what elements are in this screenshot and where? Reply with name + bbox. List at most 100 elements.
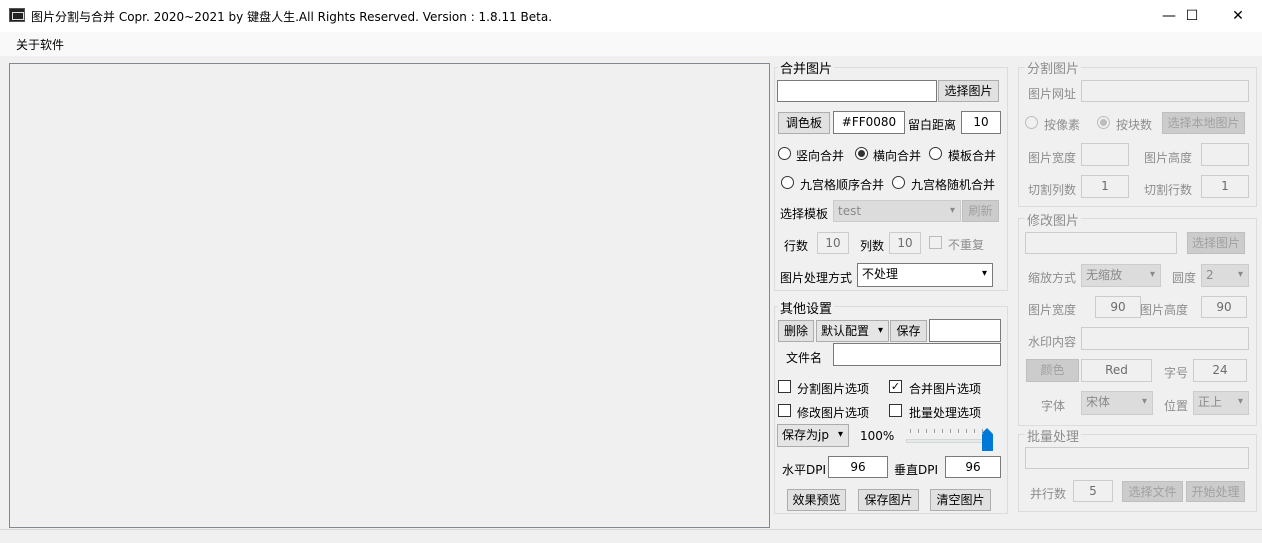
delete-config-button[interactable]: 删除 bbox=[778, 320, 814, 342]
no-repeat-label: 不重复 bbox=[948, 238, 985, 252]
template-select[interactable]: test ▾ bbox=[833, 200, 961, 222]
template-label: 选择模板 bbox=[780, 207, 829, 221]
maximize-button[interactable]: ☐ bbox=[1169, 0, 1215, 32]
parallel-input[interactable]: 5 bbox=[1073, 480, 1113, 502]
merge-path-input[interactable] bbox=[777, 80, 937, 102]
cols-input[interactable]: 10 bbox=[889, 232, 921, 254]
modify-group-title: 修改图片 bbox=[1025, 210, 1082, 229]
fontsize-input[interactable]: 24 bbox=[1193, 359, 1247, 382]
font-label: 字体 bbox=[1041, 399, 1066, 413]
modify-height-input[interactable]: 90 bbox=[1201, 296, 1247, 318]
modify-height-label: 图片高度 bbox=[1140, 303, 1189, 317]
modify-path-input[interactable] bbox=[1025, 232, 1177, 254]
watermark-label: 水印内容 bbox=[1028, 335, 1077, 349]
radio-template-label: 模板合并 bbox=[948, 149, 997, 163]
radio-by-pixel-label: 按像素 bbox=[1044, 118, 1081, 132]
modify-select-image-button[interactable]: 选择图片 bbox=[1187, 232, 1245, 254]
radio-vertical-label: 竖向合并 bbox=[796, 149, 845, 163]
modify-width-label: 图片宽度 bbox=[1028, 303, 1077, 317]
process-select[interactable]: 不处理 ▾ bbox=[857, 263, 993, 287]
watermark-color-button[interactable]: 颜色 bbox=[1026, 359, 1079, 382]
clear-images-button[interactable]: 清空图片 bbox=[930, 489, 991, 511]
radio-horizontal-merge[interactable] bbox=[855, 147, 868, 160]
template-select-value: test bbox=[838, 204, 862, 218]
split-width-label: 图片宽度 bbox=[1028, 151, 1077, 165]
split-url-input[interactable] bbox=[1081, 80, 1249, 102]
preview-canvas[interactable] bbox=[9, 63, 770, 528]
quality-slider-ticks bbox=[910, 429, 990, 433]
other-settings-title: 其他设置 bbox=[778, 298, 835, 317]
position-select[interactable]: 正上 ▾ bbox=[1193, 391, 1249, 415]
split-rows-input[interactable]: 1 bbox=[1201, 175, 1249, 198]
radio-horizontal-label: 横向合并 bbox=[873, 149, 922, 163]
radio-template-merge[interactable] bbox=[929, 147, 942, 160]
split-cols-label: 切割列数 bbox=[1028, 183, 1077, 197]
preview-button[interactable]: 效果预览 bbox=[787, 489, 846, 511]
vdpi-input[interactable]: 96 bbox=[945, 456, 1001, 478]
select-files-button[interactable]: 选择文件 bbox=[1122, 481, 1183, 502]
radio-by-block-label: 按块数 bbox=[1116, 118, 1153, 132]
modify-width-input[interactable]: 90 bbox=[1095, 296, 1141, 318]
scale-select[interactable]: 无缩放 ▾ bbox=[1081, 264, 1161, 287]
select-local-image-button[interactable]: 选择本地图片 bbox=[1162, 112, 1245, 134]
chevron-down-icon: ▾ bbox=[837, 429, 843, 440]
app-icon bbox=[9, 8, 25, 22]
watermark-color-input[interactable]: Red bbox=[1081, 359, 1152, 382]
config-select-value: 默认配置 bbox=[821, 324, 870, 338]
save-config-button[interactable]: 保存 bbox=[890, 320, 927, 342]
chevron-down-icon: ▾ bbox=[1237, 269, 1243, 280]
batch-path-input[interactable] bbox=[1025, 447, 1249, 469]
filename-label: 文件名 bbox=[786, 351, 823, 365]
radio-grid-random[interactable] bbox=[892, 176, 905, 189]
process-label: 图片处理方式 bbox=[780, 271, 853, 285]
split-width-input[interactable] bbox=[1081, 143, 1129, 166]
close-button[interactable]: ✕ bbox=[1215, 0, 1261, 32]
hdpi-label: 水平DPI bbox=[782, 463, 827, 477]
color-hex-input[interactable]: #FF0080 bbox=[833, 111, 905, 134]
split-height-label: 图片高度 bbox=[1144, 151, 1193, 165]
merge-select-image-button[interactable]: 选择图片 bbox=[938, 80, 999, 102]
radio-by-block[interactable] bbox=[1097, 116, 1110, 129]
chevron-down-icon: ▾ bbox=[981, 268, 987, 279]
radio-by-pixel[interactable] bbox=[1025, 116, 1038, 129]
modify-options-checkbox[interactable] bbox=[778, 404, 791, 417]
radio-vertical-merge[interactable] bbox=[778, 147, 791, 160]
round-select[interactable]: 2 ▾ bbox=[1201, 264, 1249, 287]
refresh-button[interactable]: 刷新 bbox=[962, 200, 999, 222]
split-rows-label: 切割行数 bbox=[1144, 183, 1193, 197]
watermark-input[interactable] bbox=[1081, 327, 1249, 350]
margin-input[interactable]: 10 bbox=[961, 111, 1001, 134]
merge-options-checkbox[interactable]: ✓ bbox=[889, 380, 902, 393]
split-height-input[interactable] bbox=[1201, 143, 1249, 166]
quality-percent: 100% bbox=[860, 429, 895, 443]
start-processing-button[interactable]: 开始处理 bbox=[1186, 481, 1245, 502]
palette-button[interactable]: 调色板 bbox=[778, 112, 830, 134]
batch-options-label: 批量处理选项 bbox=[909, 406, 982, 420]
merge-options-label: 合并图片选项 bbox=[909, 382, 982, 396]
quality-slider[interactable] bbox=[906, 439, 992, 443]
menu-bar bbox=[0, 32, 1262, 56]
rows-label: 行数 bbox=[784, 239, 809, 253]
save-image-button[interactable]: 保存图片 bbox=[858, 489, 919, 511]
rows-input[interactable]: 10 bbox=[817, 232, 849, 254]
filename-input[interactable] bbox=[833, 343, 1001, 366]
format-select[interactable]: 保存为jp ▾ bbox=[777, 424, 849, 447]
fontsize-label: 字号 bbox=[1164, 366, 1189, 380]
quality-slider-thumb[interactable] bbox=[982, 428, 993, 451]
scale-label: 缩放方式 bbox=[1028, 271, 1077, 285]
round-select-value: 2 bbox=[1206, 268, 1214, 282]
menu-about[interactable]: 关于软件 bbox=[16, 36, 64, 53]
split-cols-input[interactable]: 1 bbox=[1081, 175, 1129, 198]
config-name-input[interactable] bbox=[929, 319, 1001, 342]
split-options-checkbox[interactable] bbox=[778, 380, 791, 393]
radio-grid-sequential[interactable] bbox=[781, 176, 794, 189]
cols-label: 列数 bbox=[860, 239, 885, 253]
font-select[interactable]: 宋体 ▾ bbox=[1081, 391, 1153, 415]
font-select-value: 宋体 bbox=[1086, 395, 1111, 409]
scale-select-value: 无缩放 bbox=[1086, 268, 1123, 282]
no-repeat-checkbox[interactable] bbox=[929, 236, 942, 249]
config-select[interactable]: 默认配置 ▾ bbox=[816, 320, 889, 342]
format-select-value: 保存为jp bbox=[782, 428, 829, 442]
hdpi-input[interactable]: 96 bbox=[828, 456, 888, 478]
batch-options-checkbox[interactable] bbox=[889, 404, 902, 417]
